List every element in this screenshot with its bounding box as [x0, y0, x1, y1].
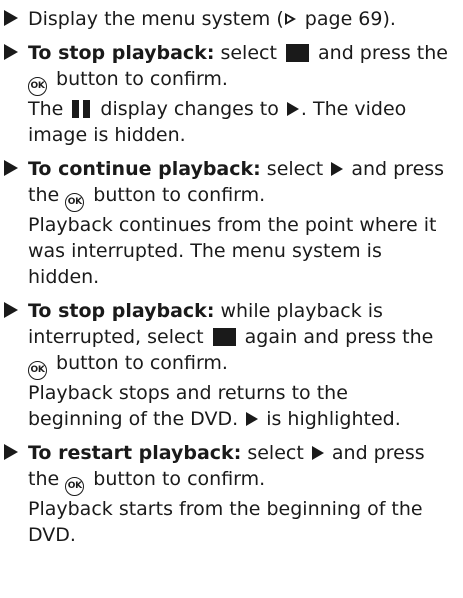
- step-text: button to confirm.: [50, 68, 228, 90]
- step-text: select: [214, 42, 283, 64]
- text-line: Playback starts from the beginning of th…: [28, 496, 457, 522]
- step-text: select: [241, 442, 310, 464]
- text-line: To stop playback: while playback is: [28, 298, 457, 324]
- step-text: while playback is: [214, 300, 383, 322]
- text-line: To restart playback: select and press: [28, 440, 457, 466]
- text-line: To stop playback: select and press the: [28, 40, 457, 66]
- step-heading: To stop playback:: [28, 42, 215, 64]
- item-spacer: [4, 432, 457, 440]
- step-text: again and press the: [238, 326, 434, 348]
- step-heading: To stop playback:: [28, 300, 215, 322]
- step-text: and press: [345, 158, 445, 180]
- step-text: Playback stops and returns to the: [28, 382, 348, 404]
- ok-button-icon: OK: [65, 477, 85, 496]
- step-text: Display the menu system (: [28, 8, 284, 30]
- step-text: and press: [325, 442, 425, 464]
- step-text: Playback continues from the point where …: [28, 214, 437, 236]
- text-line: Playback continues from the point where …: [28, 212, 457, 238]
- item-spacer: [4, 32, 457, 40]
- step-text: select: [260, 158, 330, 180]
- step-text: interrupted, select: [28, 326, 210, 348]
- text-line: DVD.: [28, 522, 457, 548]
- pause-icon: [72, 100, 91, 118]
- text-line: the OK button to confirm.: [28, 182, 457, 212]
- page-reference-icon: [284, 13, 296, 25]
- text-line: was interrupted. The menu system is: [28, 238, 457, 264]
- play-icon: [331, 162, 344, 176]
- instruction-step: To continue playback: select and press th…: [4, 156, 457, 290]
- step-arrow-icon: [4, 44, 18, 60]
- step-text: button to confirm.: [87, 184, 266, 206]
- step-text: was interrupted. The menu system is: [28, 240, 382, 262]
- ok-button-icon: OK: [65, 193, 85, 212]
- step-arrow-icon: [4, 10, 18, 26]
- text-line: The display changes to . The video: [28, 96, 457, 122]
- step-text: button to confirm.: [50, 352, 228, 374]
- instruction-step: Display the menu system ( page 69).: [4, 6, 457, 32]
- step-text: The: [28, 98, 70, 120]
- text-line: interrupted, select again and press the: [28, 324, 457, 350]
- instruction-page: Display the menu system ( page 69). To st…: [0, 0, 463, 598]
- step-text: Playback starts from the beginning of th…: [28, 498, 423, 520]
- step-text: the: [28, 184, 66, 206]
- step-text: beginning of the DVD.: [28, 408, 245, 430]
- step-text: DVD.: [28, 524, 76, 546]
- step-text: page 69).: [298, 8, 396, 30]
- text-line: Display the menu system ( page 69).: [28, 6, 457, 32]
- item-spacer: [4, 290, 457, 298]
- text-line: hidden.: [28, 264, 457, 290]
- step-text: display changes to: [94, 98, 285, 120]
- step-text: is highlighted.: [260, 408, 401, 430]
- step-text: the: [28, 468, 66, 490]
- step-heading: To restart playback:: [28, 442, 242, 464]
- step-text: and press the: [311, 42, 448, 64]
- text-line: To continue playback: select and press: [28, 156, 457, 182]
- play-icon: [286, 102, 299, 116]
- step-arrow-icon: [4, 160, 18, 176]
- text-line: the OK button to confirm.: [28, 466, 457, 496]
- text-line: image is hidden.: [28, 122, 457, 148]
- instruction-step: To restart playback: select and press the…: [4, 440, 457, 548]
- step-text: image is hidden.: [28, 124, 186, 146]
- play-icon: [246, 412, 259, 426]
- instruction-step: To stop playback: while playback is inter…: [4, 298, 457, 432]
- stop-icon: [212, 328, 236, 346]
- text-line: OK button to confirm.: [28, 350, 457, 380]
- text-line: beginning of the DVD. is highlighted.: [28, 406, 457, 432]
- step-heading: To continue playback:: [28, 158, 261, 180]
- item-spacer: [4, 148, 457, 156]
- step-arrow-icon: [4, 302, 18, 318]
- step-text: button to confirm.: [87, 468, 266, 490]
- stop-icon: [285, 44, 309, 62]
- step-text: hidden.: [28, 266, 100, 288]
- ok-button-icon: OK: [28, 361, 47, 380]
- step-text: . The video: [300, 98, 407, 120]
- text-line: OK button to confirm.: [28, 66, 457, 96]
- play-icon: [311, 446, 324, 460]
- instruction-step: To stop playback: select and press the OK…: [4, 40, 457, 148]
- ok-button-icon: OK: [28, 77, 47, 96]
- text-line: Playback stops and returns to the: [28, 380, 457, 406]
- step-arrow-icon: [4, 444, 18, 460]
